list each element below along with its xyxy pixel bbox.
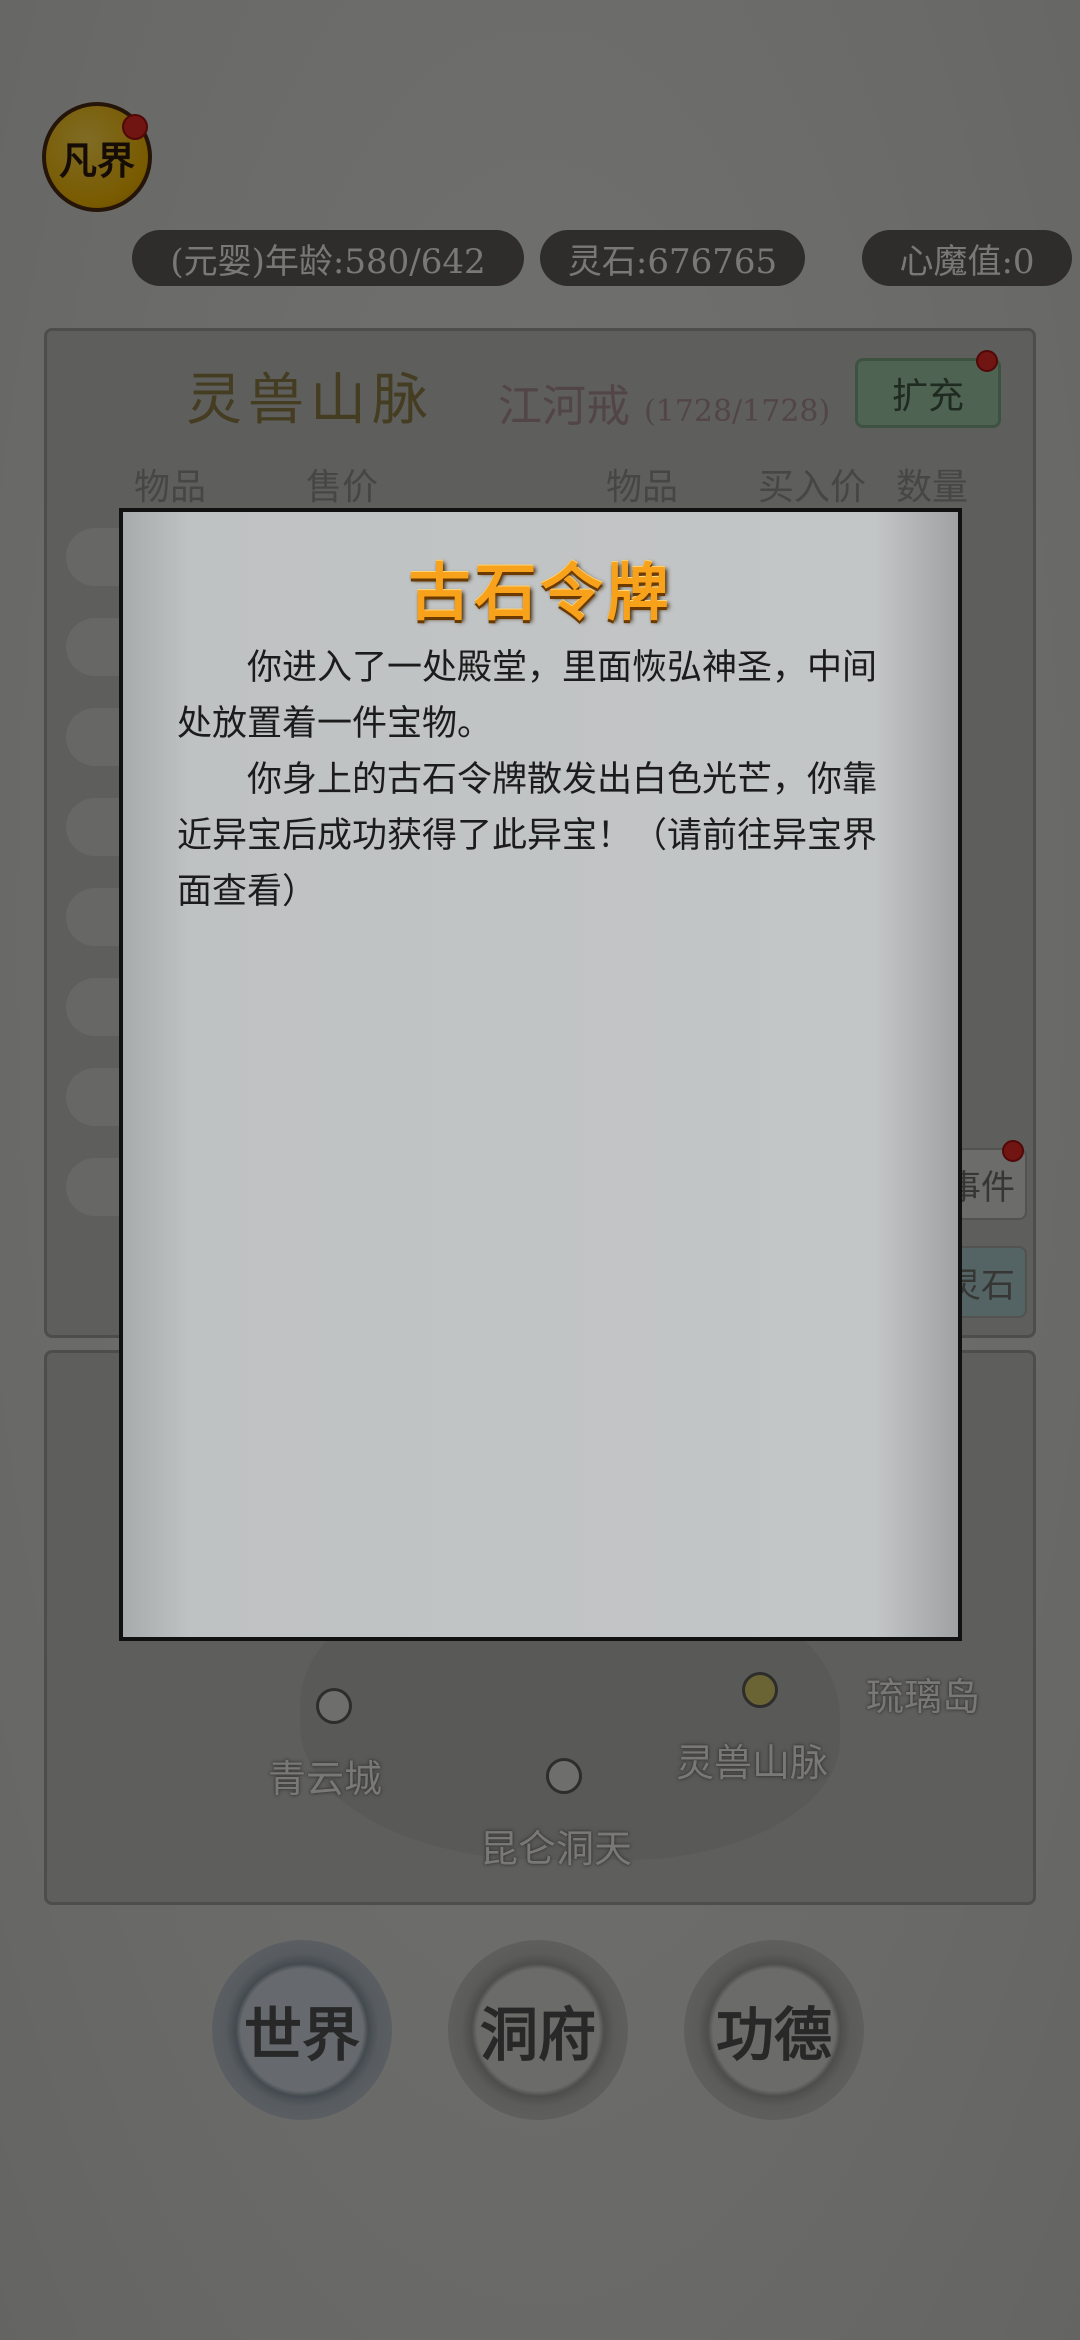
dialog-paragraph-1: 你进入了一处殿堂，里面恢弘神圣，中间处放置着一件宝物。 xyxy=(177,648,878,744)
dialog-title: 古石令牌 xyxy=(408,556,673,629)
dialog-paragraph-2: 你身上的古石令牌散发出白色光芒，你靠近异宝后成功获得了此异宝！（请前往异宝界面查… xyxy=(177,760,878,912)
event-dialog: 古石令牌 你进入了一处殿堂，里面恢弘神圣，中间处放置着一件宝物。 你身上的古石令… xyxy=(119,508,962,1641)
dialog-body: 你进入了一处殿堂，里面恢弘神圣，中间处放置着一件宝物。 你身上的古石令牌散发出白… xyxy=(177,640,897,920)
